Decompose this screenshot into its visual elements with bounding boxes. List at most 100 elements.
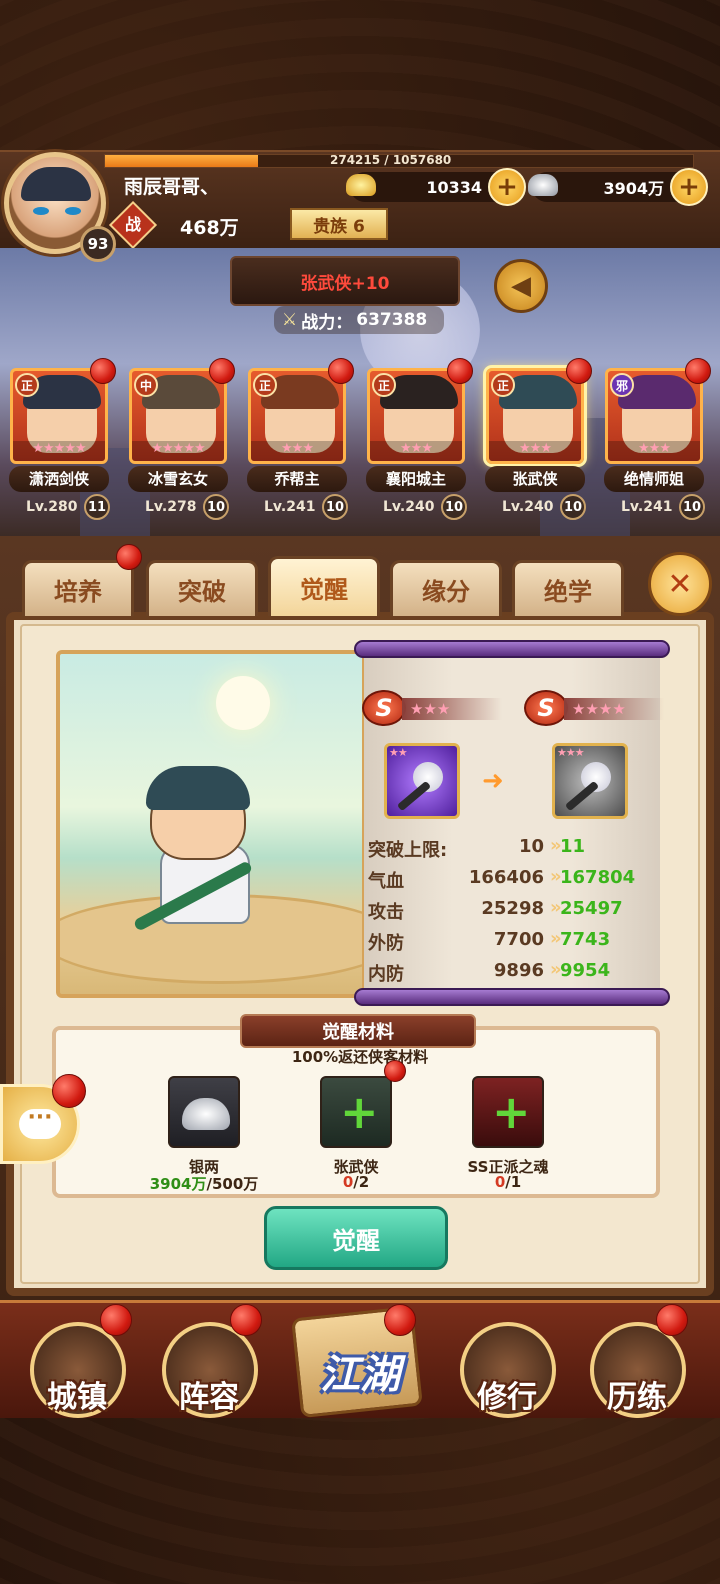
- stat-old-value: 9896: [493, 960, 544, 981]
- silver-currency: 3904万 +: [528, 168, 708, 206]
- hero-level: Lv.280 11: [8, 494, 110, 520]
- stat-new-value: 167804: [560, 867, 636, 888]
- stat-row: 外防 7700» 7743: [366, 925, 666, 955]
- notification-dot: [52, 1074, 86, 1108]
- hero-faction-badge: 正: [253, 373, 277, 397]
- hero-card[interactable]: 正 ★★★: [486, 368, 584, 464]
- hero-rank-badge: 10: [679, 494, 705, 520]
- hero-name: 绝情师姐: [604, 466, 704, 492]
- tab-fate[interactable]: 缘分: [390, 560, 502, 616]
- hero-level-text: Lv.240: [383, 499, 435, 515]
- notification-dot: [100, 1304, 132, 1336]
- crossed-swords-icon: ⚔: [282, 310, 298, 330]
- material-silver[interactable]: [168, 1076, 240, 1148]
- hero-level-text: Lv.241: [264, 499, 316, 515]
- stat-row: 攻击 25298» 25497: [366, 894, 666, 924]
- hero-rank-badge: 10: [560, 494, 586, 520]
- player-name: 雨辰哥哥、: [124, 176, 220, 198]
- tab-awaken[interactable]: 觉醒: [268, 556, 380, 616]
- avatar-eye: [33, 207, 49, 215]
- hero-level-text: Lv.240: [502, 499, 554, 515]
- stat-row: 气血 166406» 167804: [366, 863, 666, 893]
- chat-icon: ···: [19, 1107, 61, 1139]
- hero-stars: ★★★★★: [13, 441, 105, 461]
- nav-jianghu-label: 江湖: [320, 1352, 400, 1398]
- hero-faction-badge: 正: [491, 373, 515, 397]
- hero-level-text: Lv.278: [145, 499, 197, 515]
- material-count: 0/2: [342, 1173, 370, 1191]
- stat-row: 突破上限: 10» 11: [366, 832, 666, 862]
- add-gold-button[interactable]: +: [488, 168, 526, 206]
- nav-practice-label: 修行: [477, 1380, 537, 1415]
- stat-name: 突破上限:: [368, 840, 448, 861]
- tab-skill[interactable]: 绝学: [512, 560, 624, 616]
- gold-ingot-icon: [346, 174, 376, 196]
- hero-card[interactable]: 正 ★★★★★: [10, 368, 108, 464]
- hero-faction-badge: 正: [372, 373, 396, 397]
- weapon-current[interactable]: ★★: [384, 743, 460, 819]
- hero-name: 张武侠: [485, 466, 585, 492]
- noble-badge[interactable]: 贵族 6: [290, 208, 388, 240]
- grade-stars: ★★★★: [564, 698, 664, 720]
- hero-stars: ★★★: [370, 441, 462, 461]
- notification-dot: [447, 358, 473, 384]
- voice-button[interactable]: ◀: [494, 259, 548, 313]
- hero-level-text: Lv.280: [26, 499, 78, 515]
- hero-name: 襄阳城主: [366, 466, 466, 492]
- hero-stars: ★★★: [489, 441, 581, 461]
- notification-dot: [566, 358, 592, 384]
- material-count: 0/1: [494, 1173, 522, 1191]
- materials-title: 觉醒材料: [240, 1014, 476, 1048]
- tab-breakthrough[interactable]: 突破: [146, 560, 258, 616]
- silver-ingot-icon: [182, 1098, 230, 1130]
- close-button[interactable]: ✕: [648, 552, 712, 616]
- notification-dot: [384, 1060, 406, 1082]
- material-count: 3904万/500万: [149, 1175, 259, 1193]
- notification-dot: [685, 358, 711, 384]
- stat-name: 气血: [368, 871, 404, 892]
- notification-dot: [384, 1304, 416, 1336]
- stat-old-value: 7700: [493, 929, 544, 950]
- notification-dot: [90, 358, 116, 384]
- add-silver-button[interactable]: +: [670, 168, 708, 206]
- hero-card[interactable]: 邪 ★★★: [605, 368, 703, 464]
- nav-training-label: 历练: [607, 1380, 667, 1415]
- awaken-button[interactable]: 觉醒: [264, 1206, 448, 1270]
- exp-bar-fill: [105, 155, 258, 167]
- materials-subtitle: 100%返还侠客材料: [291, 1048, 429, 1066]
- arrow-right-icon: ➜: [482, 766, 504, 796]
- hero-artwork: [56, 650, 366, 998]
- hero-title: 张武侠+10: [230, 256, 460, 306]
- hero-card[interactable]: 正 ★★★: [367, 368, 465, 464]
- hero-level: Lv.278 10: [127, 494, 229, 520]
- grade-stars: ★★★: [402, 698, 502, 720]
- hero-rank-badge: 10: [322, 494, 348, 520]
- plus-icon: +: [340, 1085, 379, 1139]
- hero-stars: ★★★★★: [132, 441, 224, 461]
- weapon-handle: [564, 780, 600, 812]
- stat-new-value: 25497: [560, 898, 623, 919]
- tab-cultivate[interactable]: 培养: [22, 560, 134, 616]
- battle-power-label: 战力：: [301, 312, 353, 333]
- close-icon: ✕: [667, 566, 693, 602]
- weapon-next[interactable]: ★★★: [552, 743, 628, 819]
- avatar-hair: [21, 167, 91, 201]
- material-hero[interactable]: +: [320, 1076, 392, 1148]
- nav-lineup-label: 阵容: [179, 1380, 239, 1415]
- grade-to: S ★★★★: [524, 690, 674, 726]
- stat-name: 内防: [368, 964, 404, 985]
- hero-level: Lv.240 10: [365, 494, 467, 520]
- stat-new-value: 9954: [560, 960, 611, 981]
- exp-text: 274215 / 1057680: [330, 153, 452, 167]
- notification-dot: [209, 358, 235, 384]
- weapon-handle: [396, 780, 432, 812]
- sun: [216, 676, 270, 730]
- player-power: 468万: [180, 217, 239, 239]
- hero-faction-badge: 邪: [610, 373, 634, 397]
- hero-figure-hair: [146, 766, 250, 810]
- battle-power-icon: 战: [108, 200, 158, 250]
- hero-card[interactable]: 中 ★★★★★: [129, 368, 227, 464]
- material-soul[interactable]: +: [472, 1076, 544, 1148]
- stat-new-value: 11: [560, 836, 586, 857]
- hero-card[interactable]: 正 ★★★: [248, 368, 346, 464]
